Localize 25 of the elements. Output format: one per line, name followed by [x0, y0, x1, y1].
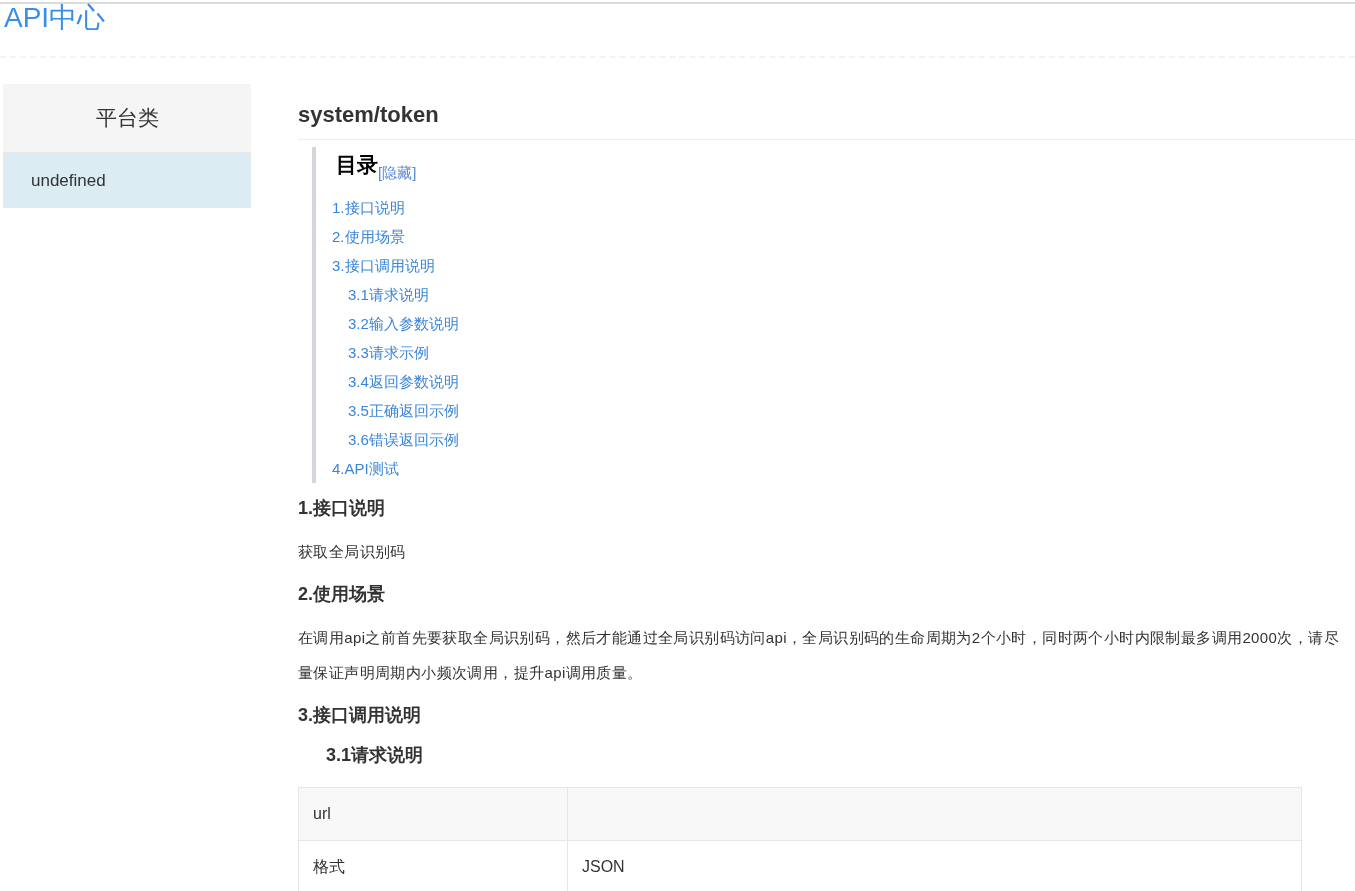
table-cell-text: 格式 [312, 856, 346, 877]
page-title: system/token [298, 84, 1355, 140]
section-heading: 2.使用场景 [298, 583, 386, 606]
subsection-heading: 3.1请求说明 [326, 744, 425, 767]
toc-link[interactable]: 3.2输入参数说明 [348, 309, 459, 338]
sidebar-item[interactable]: undefined [3, 153, 251, 208]
toc-link[interactable]: 3.接口调用说明 [332, 251, 435, 280]
sidebar-heading: 平台类 [3, 84, 251, 153]
paragraph: 获取全局识别码 [298, 542, 407, 562]
site-title[interactable]: API中心 [4, 4, 106, 32]
hide-link[interactable]: [隐藏] [378, 164, 417, 183]
toc-link[interactable]: 3.4返回参数说明 [348, 367, 459, 396]
toc-link[interactable]: 3.5正确返回示例 [348, 396, 459, 425]
toc-link[interactable]: 4.API测试 [332, 454, 399, 483]
toc-link[interactable]: 1.接口说明 [332, 193, 405, 222]
paragraph: 在调用api之前首先要获取全局识别码，然后才能通过全局识别码访问api，全局识别码的生命周期为2个小时，同时两个小时内限制最多调用2000次，请尽量保证声明周期内小频次调用，提升api调用质量。 [298, 628, 1340, 683]
section-heading: 3.接口调用说明 [298, 704, 422, 727]
toc-link[interactable]: 3.6错误返回示例 [348, 425, 459, 454]
section-heading: 1.接口说明 [298, 497, 386, 520]
toc-link[interactable]: 2.使用场景 [332, 222, 405, 251]
toc-link[interactable]: 3.3请求示例 [348, 338, 429, 367]
toc-link[interactable]: 3.1请求说明 [348, 280, 429, 309]
table-cell-text: url [312, 804, 332, 824]
table-cell: JSON [567, 841, 1301, 891]
toc-title: 目录 [336, 152, 378, 178]
